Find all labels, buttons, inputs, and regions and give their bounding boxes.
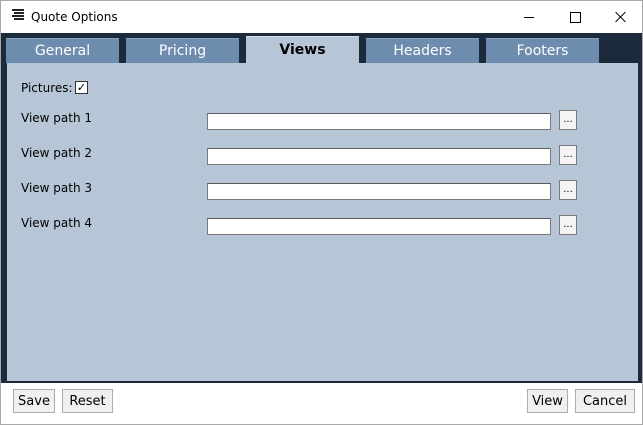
view-path-4-browse-button[interactable]: ... — [559, 215, 577, 235]
title-bar: Quote Options — [1, 1, 642, 33]
view-path-2-label: View path 2 — [21, 146, 93, 160]
maximize-button[interactable] — [552, 1, 598, 33]
pictures-label: Pictures: — [21, 81, 73, 95]
tab-footers[interactable]: Footers — [486, 38, 599, 63]
checkmark-icon: ✓ — [76, 81, 87, 94]
view-path-3-label: View path 3 — [21, 181, 93, 195]
tab-headers[interactable]: Headers — [366, 38, 479, 63]
minimize-button[interactable] — [506, 1, 552, 33]
close-icon — [615, 11, 627, 23]
view-path-2-input[interactable] — [207, 148, 551, 165]
tab-pricing[interactable]: Pricing — [126, 38, 239, 63]
view-path-3-input[interactable] — [207, 183, 551, 200]
reset-button[interactable]: Reset — [62, 389, 113, 413]
cancel-button[interactable]: Cancel — [575, 389, 635, 413]
window-title: Quote Options — [31, 10, 118, 24]
save-button[interactable]: Save — [13, 389, 55, 413]
close-button[interactable] — [598, 1, 642, 33]
view-button[interactable]: View — [527, 389, 568, 413]
maximize-icon — [569, 11, 581, 23]
view-path-4-label: View path 4 — [21, 216, 93, 230]
view-path-1-browse-button[interactable]: ... — [559, 110, 577, 130]
list-icon — [12, 9, 24, 23]
view-path-3-browse-button[interactable]: ... — [559, 180, 577, 200]
tab-strip: General Pricing Views Headers Footers — [1, 33, 642, 63]
view-path-1-input[interactable] — [207, 113, 551, 130]
view-path-1-label: View path 1 — [21, 111, 93, 125]
button-bar: Save Reset View Cancel — [1, 383, 642, 424]
tab-general[interactable]: General — [6, 38, 119, 63]
view-path-4-input[interactable] — [207, 218, 551, 235]
view-path-2-browse-button[interactable]: ... — [559, 145, 577, 165]
views-panel: Pictures: ✓ View path 1 ... View path 2 … — [6, 63, 639, 381]
pictures-checkbox[interactable]: ✓ — [75, 81, 88, 94]
quote-options-window: Quote Options General Pricing Views Head… — [0, 0, 643, 425]
tab-views[interactable]: Views — [246, 36, 359, 63]
minimize-icon — [524, 16, 534, 18]
